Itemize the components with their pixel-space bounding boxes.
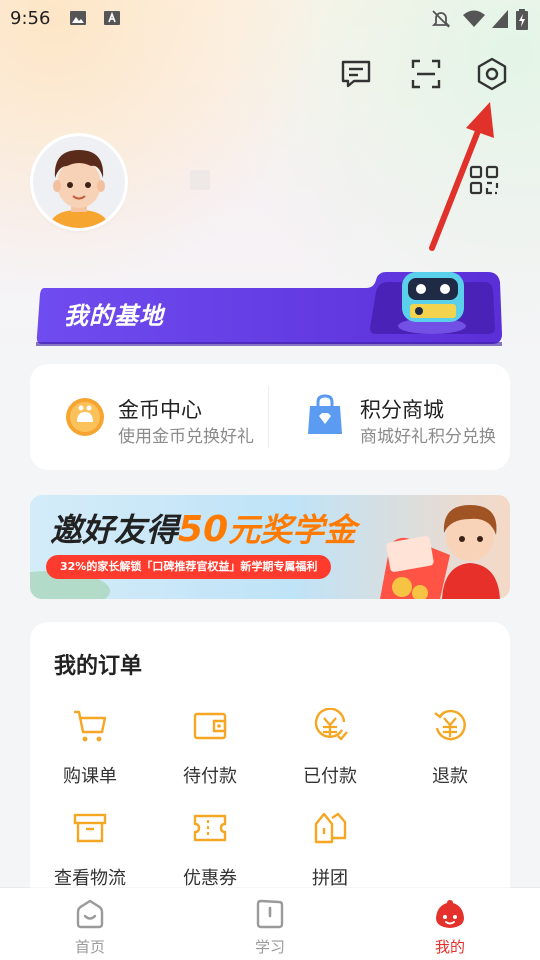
box-icon (73, 813, 107, 843)
status-time: 9:56 (10, 8, 51, 29)
promo-subtitle: 32%的家长解锁「口碑推荐官权益」新学期专属福利 (46, 555, 332, 579)
promo-title-part3: 元奖学金 (228, 511, 357, 549)
paid-icon (314, 708, 348, 741)
orders-title: 我的订单 (54, 654, 143, 679)
group-buy-icon (314, 812, 347, 844)
order-cart-label: 购课单 (63, 766, 117, 787)
signal-icon (492, 10, 508, 28)
home-icon (76, 899, 104, 929)
bottom-tab-bar: 首页 学习 我的 (0, 888, 540, 960)
battery-icon (516, 9, 528, 30)
scan-icon[interactable] (408, 56, 444, 92)
message-icon[interactable] (338, 56, 374, 92)
wifi-icon (463, 10, 485, 27)
tab-study[interactable]: 学习 (180, 888, 360, 960)
points-mall-title: 积分商城 (360, 398, 444, 422)
order-paid-label: 已付款 (303, 766, 357, 787)
avatar[interactable] (33, 136, 125, 228)
order-logistics-label: 查看物流 (54, 868, 126, 889)
base-banner-title: 我的基地 (64, 302, 164, 330)
coupon-icon (193, 814, 227, 842)
promo-title-part1: 邀好友得 (50, 511, 179, 549)
status-bar: 9:56 (0, 0, 540, 36)
tab-home-label: 首页 (74, 938, 105, 956)
order-group-buy-label: 拼团 (312, 868, 348, 889)
card-divider (268, 386, 269, 448)
nickname-placeholder (190, 170, 210, 190)
robot-mascot-icon (398, 272, 466, 334)
image-notification-icon (70, 11, 86, 25)
promo-title: 邀好友得50元奖学金 (50, 505, 356, 551)
promo-title-amount: 50 (178, 509, 229, 550)
avatar-illustration (33, 136, 125, 228)
coin-center-item[interactable]: 金币中心 使用金币兑换好礼 (30, 364, 268, 470)
study-icon (256, 899, 284, 929)
order-cart-item[interactable]: 购课单 (30, 708, 150, 798)
order-paid-item[interactable]: 已付款 (270, 708, 390, 798)
order-group-buy-item[interactable]: 拼团 (270, 810, 390, 900)
wallet-icon (193, 712, 227, 740)
rewards-card: 金币中心 使用金币兑换好礼 积分商城 商城好礼积分兑换 (30, 364, 510, 470)
order-logistics-item[interactable]: 查看物流 (30, 810, 150, 900)
points-mall-subtitle: 商城好礼积分兑换 (360, 427, 496, 447)
tab-study-label: 学习 (254, 938, 285, 956)
order-refund-item[interactable]: 退款 (390, 708, 510, 798)
order-coupon-label: 优惠券 (183, 868, 237, 889)
qr-code-icon[interactable] (468, 164, 500, 196)
coin-center-title: 金币中心 (118, 398, 202, 422)
tab-mine-label: 我的 (434, 938, 465, 956)
settings-icon[interactable] (474, 56, 510, 92)
order-coupon-item[interactable]: 优惠券 (150, 810, 270, 900)
coin-icon (66, 398, 104, 436)
shopping-bag-icon (308, 394, 342, 434)
refund-icon (434, 709, 466, 741)
points-mall-item[interactable]: 积分商城 商城好礼积分兑换 (270, 364, 510, 470)
order-pending-payment-item[interactable]: 待付款 (150, 708, 270, 798)
orders-card: 我的订单 购课单 待付款 已付款 退款 查看物流 优惠券 拼团 (30, 622, 510, 922)
mute-icon (431, 10, 451, 28)
mine-icon (436, 900, 464, 928)
invite-friends-banner[interactable]: 邀好友得50元奖学金 32%的家长解锁「口碑推荐官权益」新学期专属福利 (30, 495, 510, 599)
tab-home[interactable]: 首页 (0, 888, 180, 960)
order-pending-payment-label: 待付款 (183, 766, 237, 787)
coin-center-subtitle: 使用金币兑换好礼 (118, 427, 254, 447)
order-refund-label: 退款 (432, 766, 468, 787)
text-notification-icon (104, 11, 120, 25)
cart-icon (74, 710, 107, 742)
tab-mine[interactable]: 我的 (360, 888, 540, 960)
